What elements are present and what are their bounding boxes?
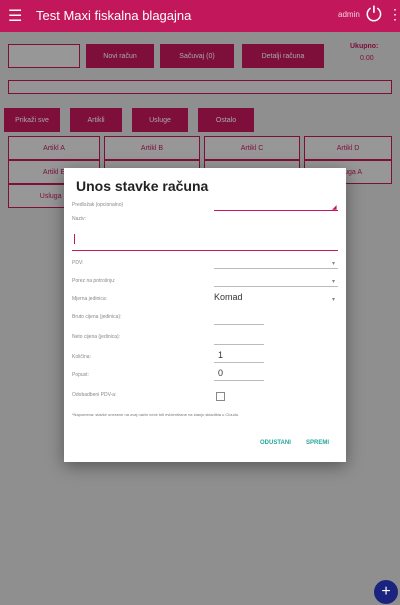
save-button[interactable]: SPREMI: [306, 440, 329, 446]
discount-input[interactable]: [214, 380, 264, 381]
discount-label: Popust:: [72, 372, 89, 378]
menu-icon[interactable]: ☰: [8, 6, 22, 26]
text-cursor: [74, 234, 75, 244]
cancel-button[interactable]: ODUSTANI: [260, 440, 291, 446]
more-vert-icon[interactable]: ⋮: [388, 6, 400, 23]
chevron-down-icon[interactable]: ▾: [332, 260, 335, 267]
gross-price-label: Bruto cijena (jedinica):: [72, 314, 122, 320]
chevron-down-icon[interactable]: ◢: [332, 204, 337, 211]
add-invoice-item-dialog: Unos stavke računa Predložak (opcionalno…: [64, 168, 346, 462]
vat-deductible-checkbox[interactable]: [216, 392, 225, 401]
consumption-tax-label: Porez na potrošnju:: [72, 278, 116, 284]
consumption-tax-dropdown[interactable]: [214, 286, 338, 287]
gross-price-input[interactable]: [214, 324, 264, 325]
add-icon[interactable]: +: [374, 580, 398, 604]
name-label: Naziv:: [72, 216, 86, 222]
chevron-down-icon[interactable]: ▾: [332, 278, 335, 285]
template-label: Predložak (opcionalno): [72, 202, 124, 208]
chevron-down-icon[interactable]: ▾: [332, 296, 335, 303]
discount-value[interactable]: 0: [218, 368, 223, 378]
quantity-value[interactable]: 1: [218, 350, 223, 360]
user-label: admin: [338, 10, 360, 19]
quantity-input[interactable]: [214, 362, 264, 363]
name-input[interactable]: [72, 250, 338, 251]
app-bar: ☰ Test Maxi fiskalna blagajna admin ⏻ ⋮: [0, 0, 400, 32]
quantity-label: Količina:: [72, 354, 91, 360]
template-dropdown[interactable]: [214, 210, 338, 211]
net-price-input[interactable]: [214, 344, 264, 345]
dialog-title: Unos stavke računa: [76, 178, 209, 194]
net-price-label: Neto cijena (jedinica):: [72, 334, 121, 340]
vat-deductible-label: Odobadbeni PDV-a:: [72, 392, 117, 398]
dialog-note: *Napomena: stavke unesene na ovaj način …: [72, 412, 240, 417]
power-icon[interactable]: ⏻: [366, 4, 382, 27]
app-title: Test Maxi fiskalna blagajna: [36, 8, 192, 23]
unit-value[interactable]: Komad: [214, 292, 243, 302]
unit-label: Mjerna jedinica:: [72, 296, 108, 302]
vat-dropdown[interactable]: [214, 268, 338, 269]
vat-label: PDV:: [72, 260, 84, 266]
